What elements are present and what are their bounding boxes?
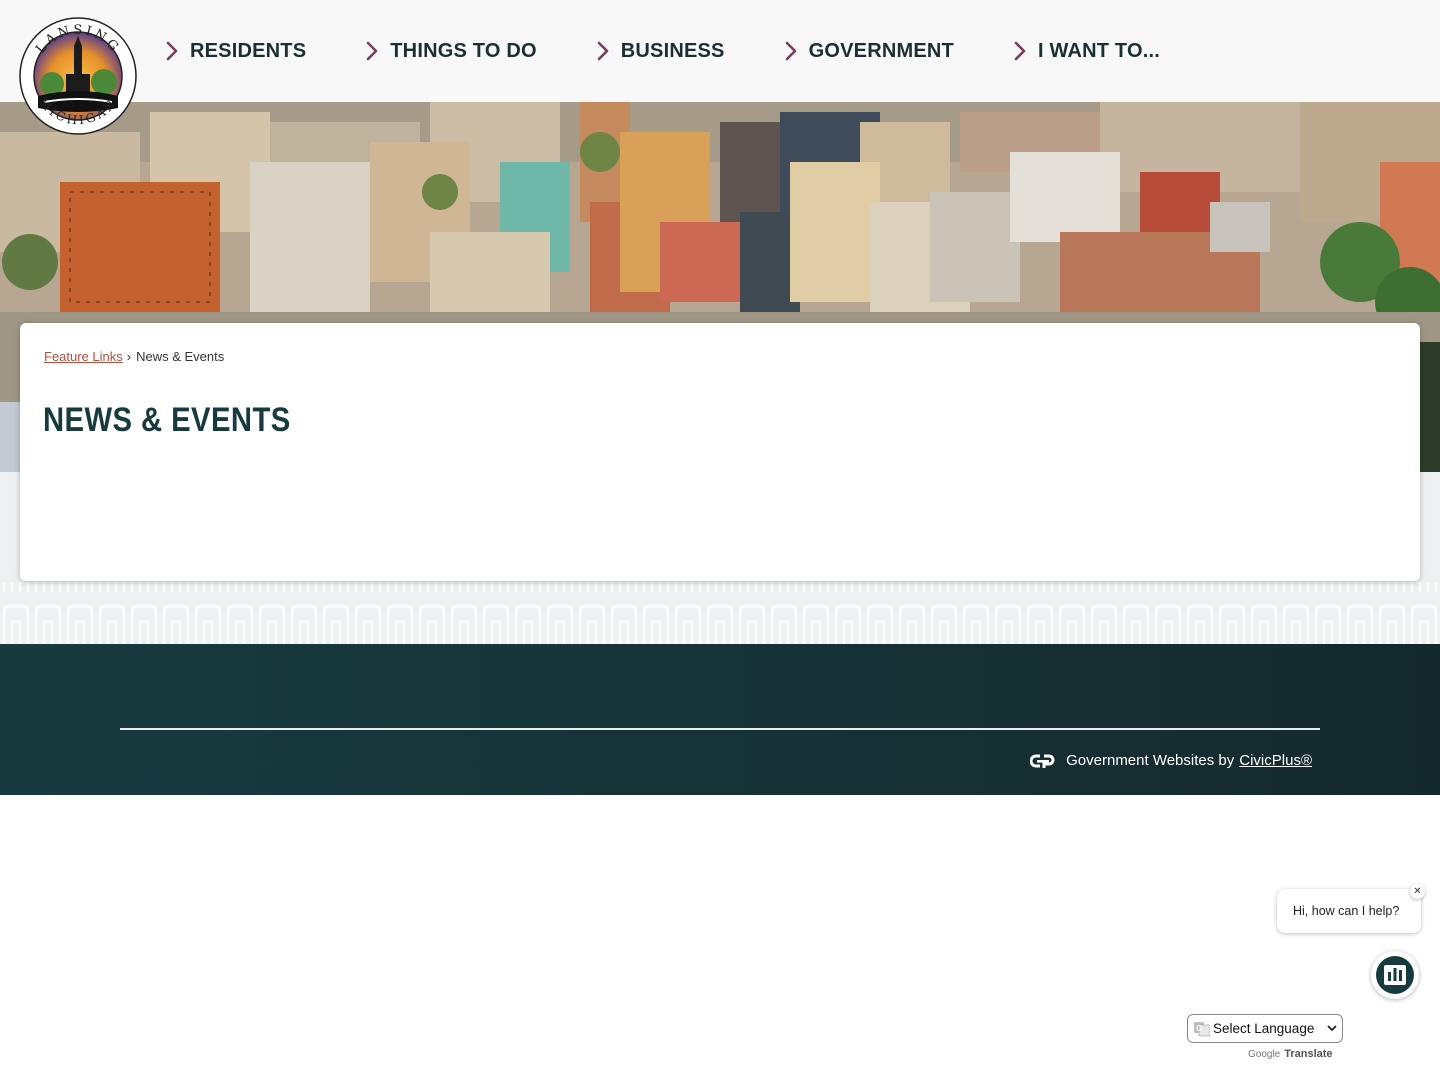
chat-close-button[interactable]: ✕ <box>1410 884 1425 899</box>
civicplus-icon <box>1030 754 1055 768</box>
google-translate-attribution: Google Translate <box>1248 1048 1333 1060</box>
chat-greeting-text: Hi, how can I help? <box>1293 904 1400 918</box>
site-footer: Government Websites by CivicPlus® <box>0 644 1440 795</box>
breadcrumb-link-feature-links[interactable]: Feature Links <box>44 349 123 364</box>
credit-text: Government Websites by <box>1066 752 1235 769</box>
content-card: Feature Links › News & Events NEWS & EVENT… <box>20 323 1420 581</box>
civicplus-link[interactable]: CivicPlus® <box>1239 752 1312 769</box>
footer-divider <box>120 728 1320 730</box>
nav-label: THINGS TO DO <box>390 39 537 62</box>
breadcrumb-separator: › <box>126 349 132 364</box>
chat-greeting-bubble[interactable]: Hi, how can I help? ✕ <box>1277 884 1425 933</box>
main-nav: RESIDENTS THINGS TO DO BUSINESS GOVERNME… <box>164 0 1160 102</box>
language-select[interactable]: G Select Language <box>1187 1014 1343 1043</box>
page-title: NEWS & EVENTS <box>43 401 291 439</box>
nav-label: GOVERNMENT <box>808 39 954 62</box>
breadcrumb: Feature Links › News & Events <box>44 349 224 364</box>
chevron-right-icon <box>366 41 378 61</box>
nav-item-residents[interactable]: RESIDENTS <box>164 40 306 63</box>
chevron-right-icon <box>597 41 609 61</box>
chat-bot-icon <box>1376 956 1414 994</box>
nav-item-business[interactable]: BUSINESS <box>595 40 725 63</box>
breadcrumb-current: News & Events <box>136 349 225 364</box>
chevron-right-icon <box>166 41 178 61</box>
chevron-down-icon <box>1327 1025 1337 1032</box>
nav-item-i-want-to[interactable]: I WANT TO... <box>1012 40 1160 63</box>
city-seal-logo[interactable]: LANSING MICHIGAN <box>18 16 138 136</box>
nav-label: BUSINESS <box>620 39 725 62</box>
seal-graphic: LANSING MICHIGAN <box>19 17 137 135</box>
google-wordmark: Google <box>1248 1049 1281 1060</box>
nav-item-things-to-do[interactable]: THINGS TO DO <box>364 39 537 63</box>
nav-label: RESIDENTS <box>190 39 307 62</box>
google-translate-icon: G <box>1194 1021 1210 1036</box>
nav-item-government[interactable]: GOVERNMENT <box>783 40 954 63</box>
language-select-label: Select Language <box>1213 1021 1315 1036</box>
footer-credit: Government Websites by CivicPlus® <box>1030 752 1312 769</box>
translate-link[interactable]: Translate <box>1284 1048 1332 1060</box>
svg-text:G: G <box>1196 1024 1202 1033</box>
site-header: RESIDENTS THINGS TO DO BUSINESS GOVERNME… <box>0 0 1440 102</box>
chevron-right-icon <box>785 41 796 61</box>
nav-label: I WANT TO... <box>1037 39 1160 62</box>
chat-launcher-button[interactable] <box>1371 951 1419 999</box>
chevron-right-icon <box>1014 41 1026 61</box>
